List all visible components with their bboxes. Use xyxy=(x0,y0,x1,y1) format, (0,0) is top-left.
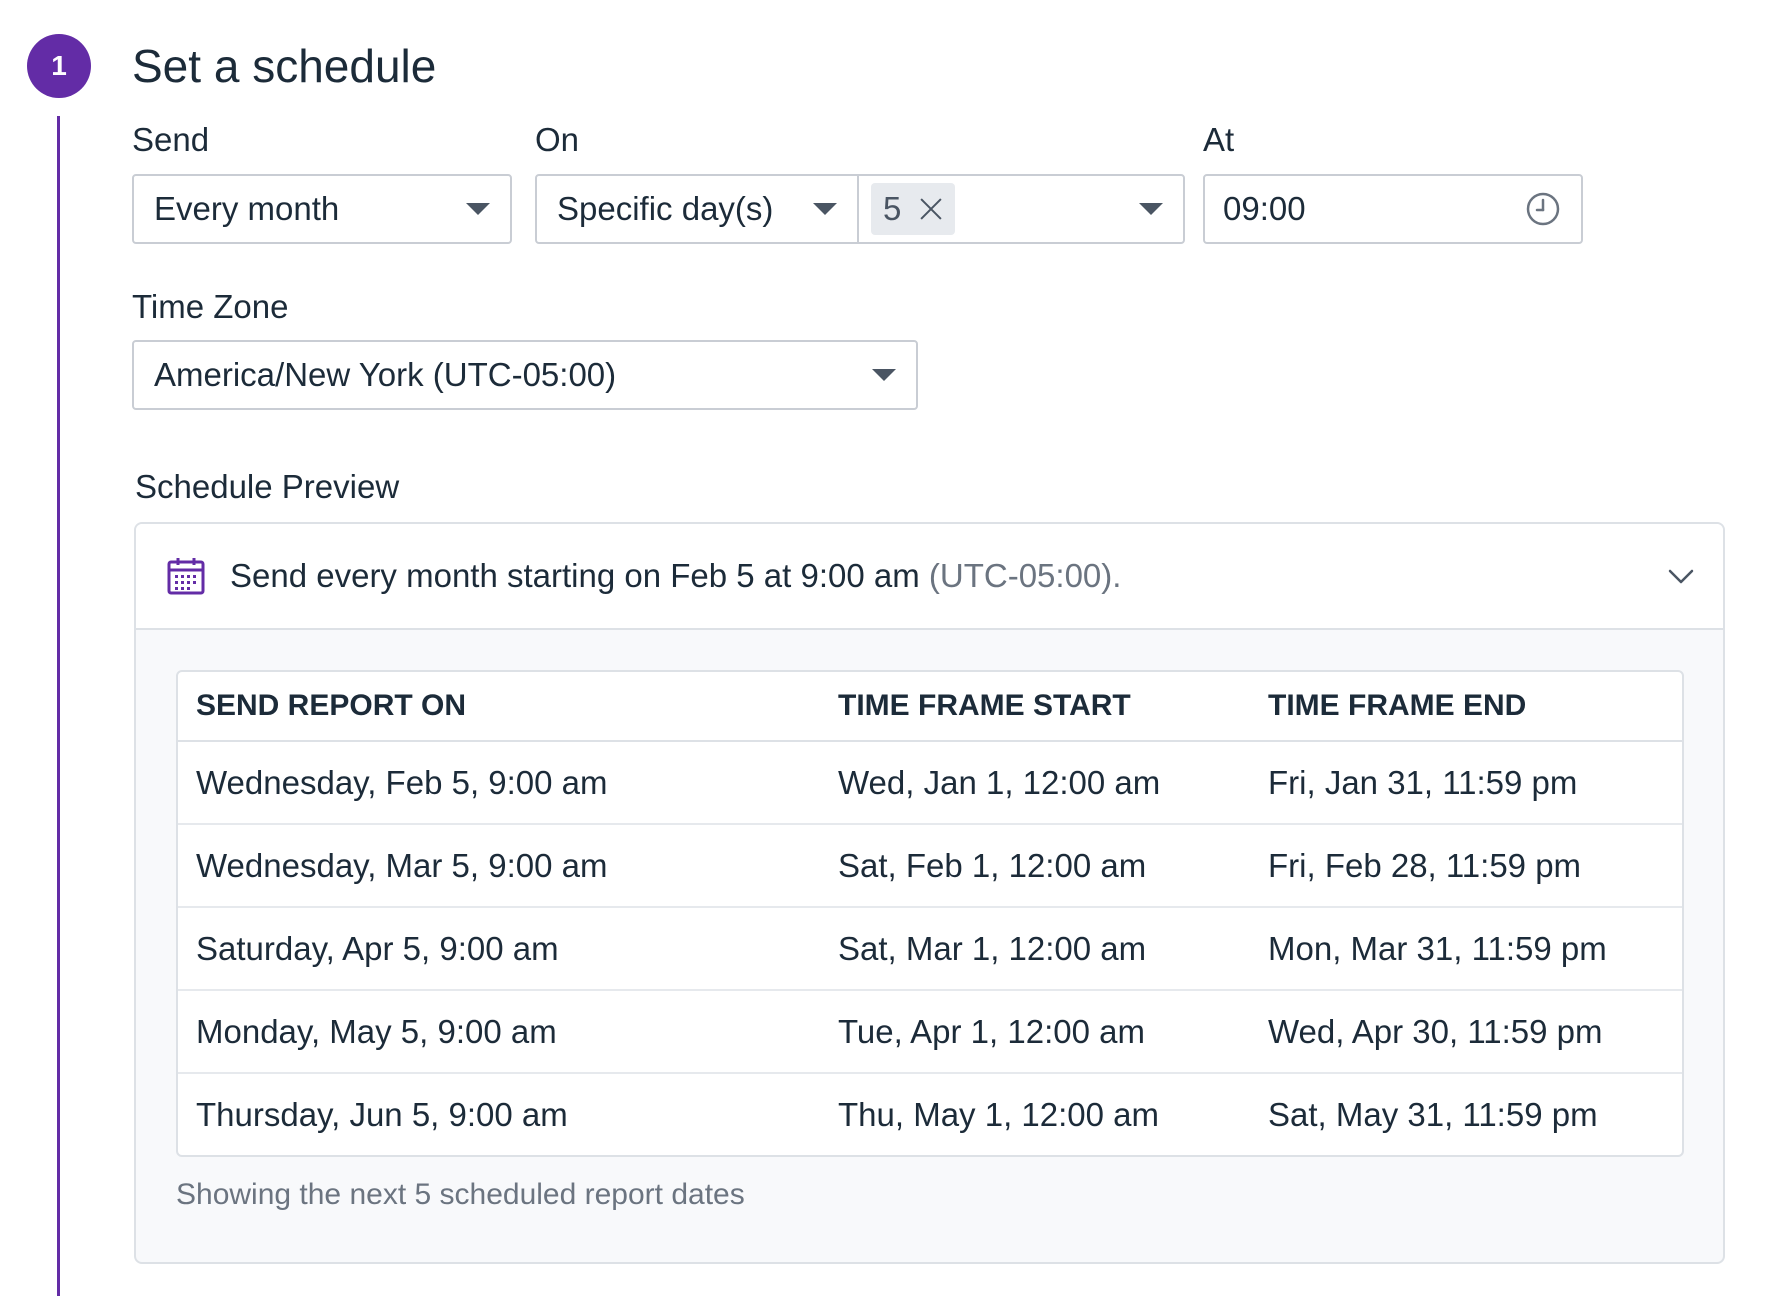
table-cell: Fri, Jan 31, 11:59 pm xyxy=(1250,741,1682,825)
step-number-badge: 1 xyxy=(27,34,91,98)
table-cell: Sat, Feb 1, 12:00 am xyxy=(820,824,1250,908)
table-cell: Saturday, Apr 5, 9:00 am xyxy=(178,907,820,991)
day-tag: 5 xyxy=(871,183,956,235)
calendar-icon xyxy=(167,558,205,595)
table-row: Monday, May 5, 9:00 am Tue, Apr 1, 12:00… xyxy=(178,990,1682,1074)
schedule-footnote: Showing the next 5 scheduled report date… xyxy=(176,1178,745,1211)
time-input[interactable]: 09:00 xyxy=(1203,174,1583,244)
step-number: 1 xyxy=(51,50,67,81)
chevron-down-icon[interactable] xyxy=(1665,560,1697,592)
on-day-group: Specific day(s) 5 xyxy=(535,174,1185,244)
caret-down-icon xyxy=(466,203,490,215)
table-cell: Wednesday, Feb 5, 9:00 am xyxy=(178,741,820,825)
table-cell: Wed, Apr 30, 11:59 pm xyxy=(1250,990,1682,1074)
schedule-summary-timezone: (UTC-05:00). xyxy=(928,557,1122,594)
on-label: On xyxy=(535,121,580,158)
column-header-send-report-on: SEND REPORT ON xyxy=(178,672,820,742)
caret-down-icon xyxy=(813,203,837,215)
clock-icon[interactable] xyxy=(1525,191,1561,227)
table-cell: Wed, Jan 1, 12:00 am xyxy=(820,741,1250,825)
column-header-time-frame-start: TIME FRAME START xyxy=(820,672,1250,742)
caret-down-icon xyxy=(1139,203,1163,215)
day-tag-label: 5 xyxy=(883,190,902,227)
table-cell: Fri, Feb 28, 11:59 pm xyxy=(1250,824,1682,908)
on-mode-select[interactable]: Specific day(s) xyxy=(537,176,859,242)
caret-down-icon xyxy=(872,369,896,381)
table-header-row: SEND REPORT ON TIME FRAME START TIME FRA… xyxy=(178,672,1682,742)
at-label: At xyxy=(1203,121,1235,158)
table-row: Wednesday, Mar 5, 9:00 am Sat, Feb 1, 12… xyxy=(178,824,1682,908)
schedule-table-container: SEND REPORT ON TIME FRAME START TIME FRA… xyxy=(176,670,1684,1157)
table-row: Wednesday, Feb 5, 9:00 am Wed, Jan 1, 12… xyxy=(178,741,1682,825)
close-icon[interactable] xyxy=(919,197,943,221)
schedule-preview-toggle[interactable]: Send every month starting on Feb 5 at 9:… xyxy=(136,524,1723,630)
step-title: Set a schedule xyxy=(132,40,437,92)
table-row: Thursday, Jun 5, 9:00 am Thu, May 1, 12:… xyxy=(178,1073,1682,1155)
table-row: Saturday, Apr 5, 9:00 am Sat, Mar 1, 12:… xyxy=(178,907,1682,991)
table-cell: Sat, Mar 1, 12:00 am xyxy=(820,907,1250,991)
send-label: Send xyxy=(132,121,210,158)
time-value: 09:00 xyxy=(1223,190,1306,227)
schedule-table: SEND REPORT ON TIME FRAME START TIME FRA… xyxy=(178,672,1682,1155)
schedule-summary-text: Send every month starting on Feb 5 at 9:… xyxy=(230,557,920,594)
table-cell: Mon, Mar 31, 11:59 pm xyxy=(1250,907,1682,991)
table-cell: Monday, May 5, 9:00 am xyxy=(178,990,820,1074)
send-frequency-select[interactable]: Every month xyxy=(132,174,512,244)
table-cell: Tue, Apr 1, 12:00 am xyxy=(820,990,1250,1074)
schedule-summary: Send every month starting on Feb 5 at 9:… xyxy=(230,557,1665,595)
table-cell: Sat, May 31, 11:59 pm xyxy=(1268,1095,1598,1133)
table-cell: Wednesday, Mar 5, 9:00 am xyxy=(178,824,820,908)
send-frequency-value: Every month xyxy=(154,190,340,227)
on-mode-value: Specific day(s) xyxy=(557,190,774,227)
timezone-label: Time Zone xyxy=(132,288,289,325)
table-cell: Thu, May 1, 12:00 am xyxy=(838,1095,1159,1133)
step-connector-line xyxy=(57,116,60,1296)
schedule-preview-label: Schedule Preview xyxy=(135,468,400,505)
timezone-value: America/New York (UTC-05:00) xyxy=(154,356,617,393)
schedule-preview-card: Send every month starting on Feb 5 at 9:… xyxy=(134,522,1725,1264)
timezone-select[interactable]: America/New York (UTC-05:00) xyxy=(132,340,918,410)
table-cell: Thursday, Jun 5, 9:00 am xyxy=(196,1095,568,1133)
on-days-multiselect[interactable]: 5 xyxy=(859,176,1183,242)
column-header-time-frame-end: TIME FRAME END xyxy=(1250,672,1682,742)
